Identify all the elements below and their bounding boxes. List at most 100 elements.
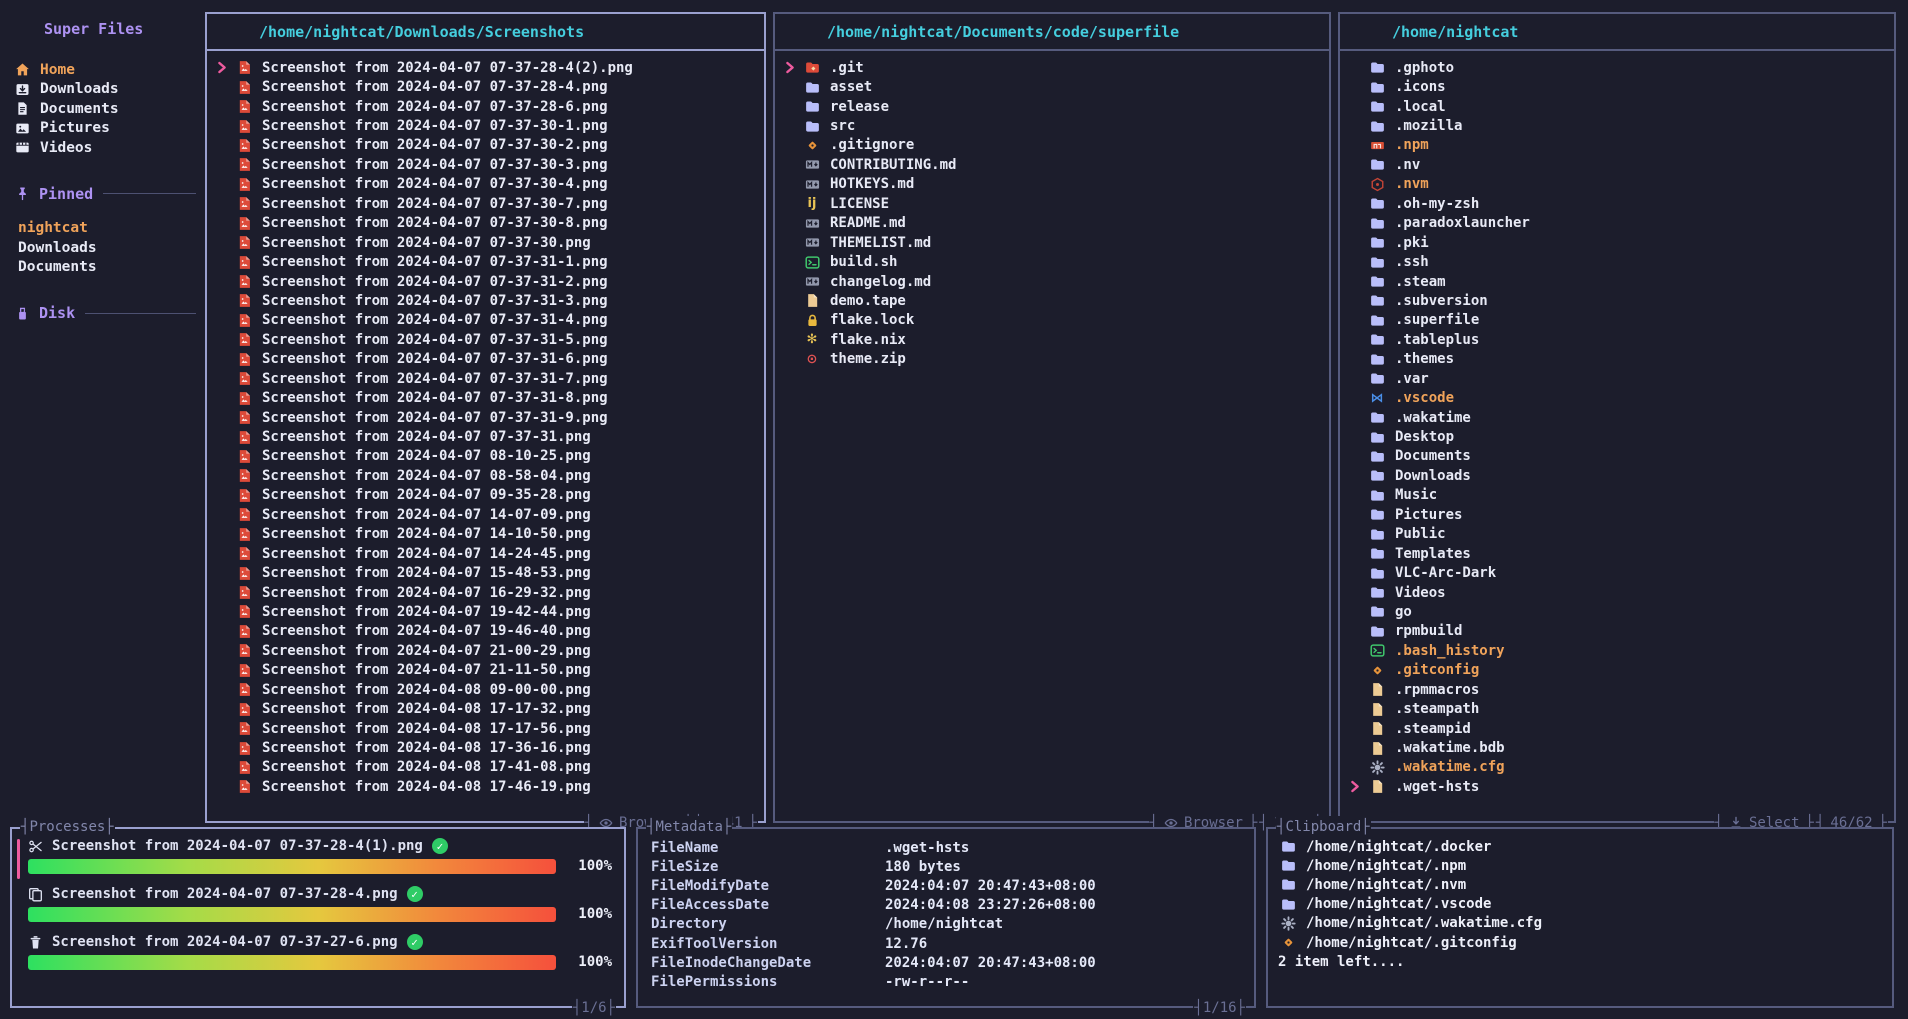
file-row[interactable]: .oh-my-zsh [1349,194,1890,213]
file-row[interactable]: ⋈.vscode [1349,388,1890,407]
file-row[interactable]: rpmbuild [1349,622,1890,641]
file-row[interactable]: .gphoto [1349,58,1890,77]
file-row[interactable]: Screenshot from 2024-04-07 14-07-09.png [216,505,760,524]
file-row[interactable]: .wakatime.bdb [1349,738,1890,757]
file-row[interactable]: Screenshot from 2024-04-07 07-37-28-4.pn… [216,77,760,96]
file-row[interactable]: build.sh [784,252,1325,271]
file-row[interactable]: Screenshot from 2024-04-07 07-37-31.png [216,427,760,446]
file-row[interactable]: .rpmmacros [1349,680,1890,699]
clipboard-item[interactable]: /home/nightcat/.gitconfig [1268,933,1892,952]
clipboard-item[interactable]: /home/nightcat/.docker [1268,837,1892,856]
file-row[interactable]: .bash_history [1349,641,1890,660]
file-row[interactable]: Pictures [1349,505,1890,524]
file-row[interactable]: .git [784,58,1325,77]
process-item[interactable]: Screenshot from 2024-04-07 07-37-27-6.pn… [28,934,612,970]
sidebar-item-videos[interactable]: Videos [14,138,196,158]
file-row[interactable]: Screenshot from 2024-04-07 07-37-31-9.pn… [216,408,760,427]
file-row[interactable]: changelog.md [784,272,1325,291]
metadata-row[interactable]: FileModifyDate2024:04:07 20:47:43+08:00 [638,876,1254,895]
file-row[interactable]: .steampath [1349,699,1890,718]
file-row[interactable]: .npm [1349,136,1890,155]
file-row[interactable]: .steampid [1349,719,1890,738]
clipboard-item[interactable]: /home/nightcat/.wakatime.cfg [1268,914,1892,933]
file-row[interactable]: .gitignore [784,136,1325,155]
file-row[interactable]: Screenshot from 2024-04-08 17-36-16.png [216,738,760,757]
file-row[interactable]: Screenshot from 2024-04-07 07-37-30-7.pn… [216,194,760,213]
file-row[interactable]: Screenshot from 2024-04-07 07-37-31-4.pn… [216,311,760,330]
file-row[interactable]: Screenshot from 2024-04-07 07-37-30-4.pn… [216,175,760,194]
file-row[interactable]: .mozilla [1349,116,1890,135]
file-row[interactable]: flake.lock [784,311,1325,330]
file-row[interactable]: ⊙theme.zip [784,350,1325,369]
file-row[interactable]: Downloads [1349,466,1890,485]
file-row[interactable]: VLC-Arc-Dark [1349,563,1890,582]
file-row[interactable]: Screenshot from 2024-04-08 17-41-08.png [216,758,760,777]
metadata-row[interactable]: FileAccessDate2024:04:08 23:27:26+08:00 [638,896,1254,915]
file-row[interactable]: asset [784,77,1325,96]
file-row[interactable]: .gitconfig [1349,661,1890,680]
file-row[interactable]: Screenshot from 2024-04-07 07-37-31-2.pn… [216,272,760,291]
sidebar-item-documents[interactable]: Documents [14,258,196,278]
file-row[interactable]: Screenshot from 2024-04-07 14-10-50.png [216,525,760,544]
file-row[interactable]: Screenshot from 2024-04-07 07-37-31-6.pn… [216,350,760,369]
clipboard-item[interactable]: /home/nightcat/.nvm [1268,875,1892,894]
file-row[interactable]: Templates [1349,544,1890,563]
file-row[interactable]: Screenshot from 2024-04-07 19-46-40.png [216,622,760,641]
file-row[interactable]: .wakatime [1349,408,1890,427]
file-row[interactable]: Screenshot from 2024-04-08 17-17-56.png [216,719,760,738]
file-row[interactable]: Screenshot from 2024-04-07 08-58-04.png [216,466,760,485]
file-row[interactable]: .local [1349,97,1890,116]
metadata-row[interactable]: FilePermissions-rw-r--r-- [638,972,1254,991]
file-row[interactable]: .wget-hsts [1349,777,1890,796]
file-row[interactable]: Videos [1349,583,1890,602]
file-row[interactable]: .ssh [1349,252,1890,271]
file-row[interactable]: README.md [784,214,1325,233]
file-row[interactable]: .var [1349,369,1890,388]
file-row[interactable]: .nv [1349,155,1890,174]
file-row[interactable]: Screenshot from 2024-04-07 07-37-28-4(2)… [216,58,760,77]
file-row[interactable]: Screenshot from 2024-04-07 16-29-32.png [216,583,760,602]
file-row[interactable]: .subversion [1349,291,1890,310]
file-row[interactable]: .pki [1349,233,1890,252]
sidebar-item-downloads[interactable]: Downloads [14,80,196,100]
sidebar-item-pictures[interactable]: Pictures [14,119,196,139]
file-row[interactable]: Screenshot from 2024-04-07 07-37-30.png [216,233,760,252]
file-row[interactable]: Public [1349,525,1890,544]
file-row[interactable]: Screenshot from 2024-04-07 21-00-29.png [216,641,760,660]
file-row[interactable]: Documents [1349,447,1890,466]
file-row[interactable]: demo.tape [784,291,1325,310]
process-item[interactable]: Screenshot from 2024-04-07 07-37-28-4(1)… [28,838,612,874]
file-row[interactable]: Screenshot from 2024-04-07 15-48-53.png [216,563,760,582]
file-row[interactable]: Music [1349,486,1890,505]
file-row[interactable]: Screenshot from 2024-04-07 07-37-31-3.pn… [216,291,760,310]
sidebar-item-nightcat[interactable]: nightcat [14,219,196,239]
metadata-row[interactable]: FileName.wget-hsts [638,838,1254,857]
file-row[interactable]: .steam [1349,272,1890,291]
file-row[interactable]: release [784,97,1325,116]
file-row[interactable]: Screenshot from 2024-04-07 07-37-31-1.pn… [216,252,760,271]
file-row[interactable]: Screenshot from 2024-04-07 21-11-50.png [216,661,760,680]
file-row[interactable]: THEMELIST.md [784,233,1325,252]
file-row[interactable]: src [784,116,1325,135]
file-row[interactable]: HOTKEYS.md [784,175,1325,194]
file-row[interactable]: CONTRIBUTING.md [784,155,1325,174]
sidebar-item-documents[interactable]: Documents [14,99,196,119]
clipboard-item[interactable]: /home/nightcat/.npm [1268,856,1892,875]
file-row[interactable]: .icons [1349,77,1890,96]
metadata-row[interactable]: FileSize180 bytes [638,857,1254,876]
file-row[interactable]: Screenshot from 2024-04-07 08-10-25.png [216,447,760,466]
metadata-row[interactable]: ExifToolVersion12.76 [638,934,1254,953]
file-row[interactable]: ✻flake.nix [784,330,1325,349]
file-row[interactable]: Screenshot from 2024-04-07 07-37-28-6.pn… [216,97,760,116]
file-row[interactable]: Screenshot from 2024-04-08 17-46-19.png [216,777,760,796]
file-row[interactable]: Screenshot from 2024-04-07 19-42-44.png [216,602,760,621]
sidebar-item-home[interactable]: Home [14,60,196,80]
process-item[interactable]: Screenshot from 2024-04-07 07-37-28-4.pn… [28,886,612,922]
file-row[interactable]: .tableplus [1349,330,1890,349]
metadata-row[interactable]: FileInodeChangeDate2024:04:07 20:47:43+0… [638,953,1254,972]
file-row[interactable]: Screenshot from 2024-04-07 07-37-30-8.pn… [216,214,760,233]
file-row[interactable]: Screenshot from 2024-04-07 07-37-31-5.pn… [216,330,760,349]
file-row[interactable]: .themes [1349,350,1890,369]
file-row[interactable]: Screenshot from 2024-04-08 17-17-32.png [216,699,760,718]
file-row[interactable]: Screenshot from 2024-04-07 07-37-30-2.pn… [216,136,760,155]
